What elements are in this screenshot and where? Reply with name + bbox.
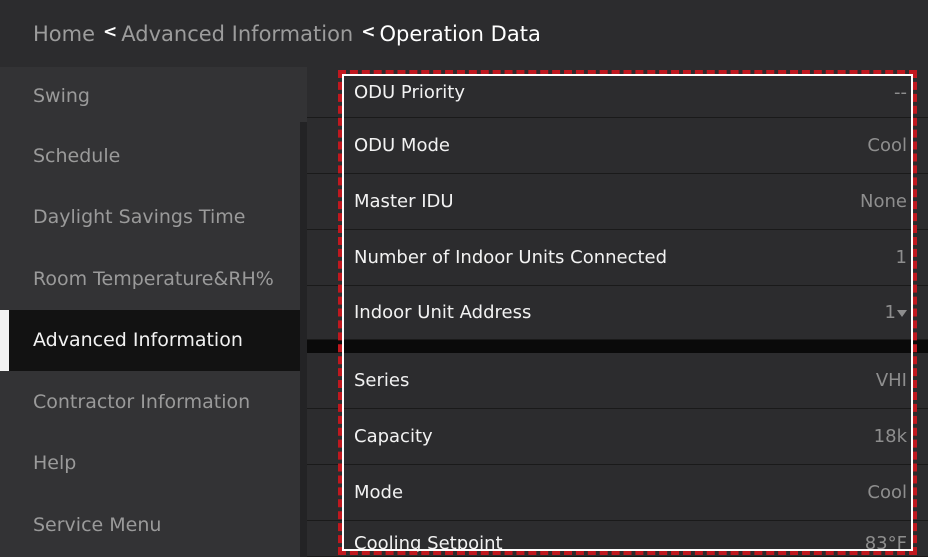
breadcrumb: Home < Advanced Information < Operation … [0,0,928,67]
sidebar-item-swing[interactable]: Swing [0,67,307,125]
sidebar: Swing Schedule Daylight Savings Time Roo… [0,67,307,557]
sidebar-item-help[interactable]: Help [0,433,307,495]
row-label: Capacity [354,426,433,447]
list-item-mode[interactable]: Mode Cool [307,465,928,521]
row-value: 18k [873,426,907,447]
sidebar-item-daylight-savings-time[interactable]: Daylight Savings Time [0,187,307,249]
sidebar-item-schedule[interactable]: Schedule [0,125,307,187]
row-label: Master IDU [354,191,454,212]
indoor-unit-address-select[interactable]: 1 [885,302,907,323]
row-label: Cooling Setpoint [354,533,503,554]
row-label: Series [354,370,410,391]
list-item-odu-mode[interactable]: ODU Mode Cool [307,118,928,174]
dropdown-caret-icon [897,309,907,317]
operation-data-list: ODU Priority -- ODU Mode Cool Master IDU… [307,67,928,557]
row-value: Cool [867,135,907,156]
list-item-indoor-unit-address[interactable]: Indoor Unit Address 1 [307,286,928,340]
row-label: Number of Indoor Units Connected [354,247,668,268]
row-label: Mode [354,482,404,503]
row-value: 1 [895,247,907,268]
sidebar-item-advanced-information[interactable]: Advanced Information [0,309,307,371]
row-value: Cool [867,482,907,503]
list-item-number-of-indoor-units[interactable]: Number of Indoor Units Connected 1 [307,230,928,286]
chevron-left-icon: < [103,21,118,42]
list-item-cooling-setpoint[interactable]: Cooling Setpoint 83°F [307,521,928,557]
list-item-capacity[interactable]: Capacity 18k [307,409,928,465]
page-title: Operation Data [379,21,541,46]
row-value: 83°F [864,533,907,554]
list-item-series[interactable]: Series VHI [307,353,928,409]
list-item-master-idu[interactable]: Master IDU None [307,174,928,230]
screen: Home < Advanced Information < Operation … [0,0,928,557]
sidebar-item-contractor-information[interactable]: Contractor Information [0,371,307,433]
row-value-text: 1 [884,302,896,323]
chevron-left-icon: < [361,21,376,42]
row-label: ODU Priority [354,81,465,103]
row-value: -- [894,81,907,103]
row-value: VHI [875,370,907,391]
row-label: ODU Mode [354,135,450,156]
sidebar-item-service-menu[interactable]: Service Menu [0,494,307,556]
row-label: Indoor Unit Address [354,302,532,323]
row-value: None [860,191,907,212]
sidebar-scrollbar[interactable] [300,122,307,557]
breadcrumb-home[interactable]: Home [33,22,95,46]
sidebar-item-room-temperature-rh[interactable]: Room Temperature&RH% [0,248,307,310]
section-divider [307,340,928,353]
breadcrumb-advanced-information[interactable]: Advanced Information [121,22,353,46]
list-item-odu-priority[interactable]: ODU Priority -- [307,67,928,118]
